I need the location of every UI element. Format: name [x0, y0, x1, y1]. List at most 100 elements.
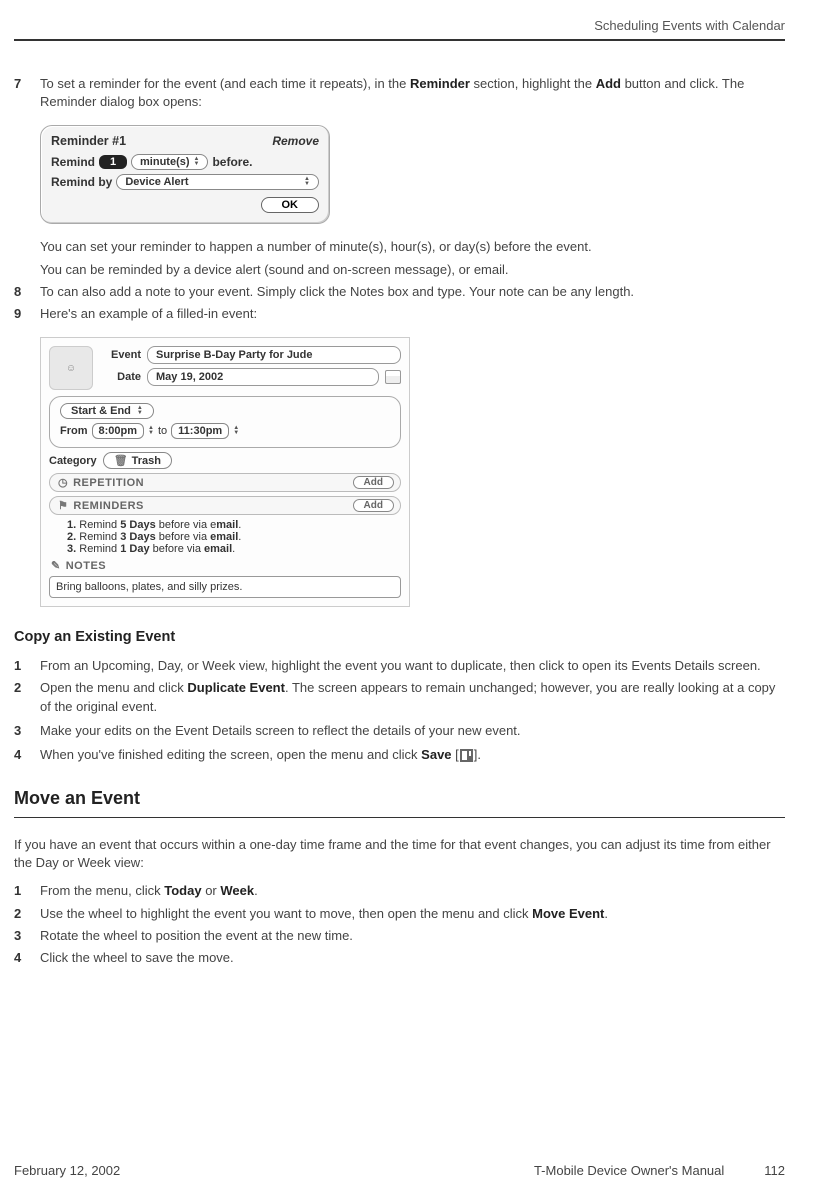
- move-step-3: 3 Rotate the wheel to position the event…: [14, 927, 785, 945]
- remove-button[interactable]: Remove: [272, 134, 319, 148]
- copy-step-3: 3 Make your edits on the Event Details s…: [14, 722, 785, 740]
- category-label: Category: [49, 455, 97, 467]
- remind-by-select[interactable]: Device Alert ▲▼: [116, 174, 319, 190]
- section-rule: [14, 817, 785, 818]
- text: To set a reminder for the event (and eac…: [40, 76, 410, 91]
- bold: Add: [596, 76, 621, 91]
- spinner-icon: ▲▼: [148, 426, 154, 436]
- date-label: Date: [101, 371, 141, 383]
- remind-by-label: Remind by: [51, 175, 112, 189]
- step-text: Here's an example of a filled-in event:: [40, 305, 785, 323]
- footer-doc-title: T-Mobile Device Owner's Manual: [369, 1163, 724, 1178]
- step-number: 2: [14, 905, 40, 923]
- step-text: Click the wheel to save the move.: [40, 949, 785, 967]
- notes-section-bar: ✎ NOTES: [49, 559, 401, 572]
- reminder-dialog: Reminder #1 Remove Remind 1 minute(s) ▲▼…: [40, 125, 330, 224]
- reminder-item: 2. Remind 3 Days before via email.: [67, 531, 401, 543]
- step-text: From an Upcoming, Day, or Week view, hig…: [40, 657, 785, 675]
- repetition-add-button[interactable]: Add: [353, 476, 394, 489]
- remind-by-value: Device Alert: [125, 176, 188, 188]
- event-details-dialog: ☺ Event Surprise B-Day Party for Jude Da…: [40, 337, 410, 607]
- step-number: 1: [14, 657, 40, 675]
- move-step-2: 2 Use the wheel to highlight the event y…: [14, 905, 785, 923]
- startend-label: Start & End: [71, 405, 131, 417]
- step-7-note-a: You can set your reminder to happen a nu…: [40, 238, 785, 256]
- copy-heading: Copy an Existing Event: [14, 629, 785, 645]
- step-number: 3: [14, 722, 40, 740]
- step-number: 3: [14, 927, 40, 945]
- from-time-field[interactable]: 8:00pm: [92, 423, 145, 439]
- step-text: Use the wheel to highlight the event you…: [40, 905, 785, 923]
- pencil-icon: ✎: [51, 559, 61, 572]
- step-text: When you've finished editing the screen,…: [40, 746, 785, 764]
- reminders-list: 1. Remind 5 Days before via email. 2. Re…: [49, 519, 401, 555]
- calendar-icon[interactable]: [385, 370, 401, 384]
- step-number: 7: [14, 75, 40, 111]
- step-7-note-b: You can be reminded by a device alert (s…: [40, 261, 785, 279]
- step-number: 9: [14, 305, 40, 323]
- reminders-label: REMINDERS: [73, 500, 144, 512]
- category-value: Trash: [132, 455, 161, 467]
- page-footer: February 12, 2002 T-Mobile Device Owner'…: [14, 1163, 785, 1178]
- footer-date: February 12, 2002: [14, 1163, 369, 1178]
- reminders-add-button[interactable]: Add: [353, 499, 394, 512]
- to-time-field[interactable]: 11:30pm: [171, 423, 229, 439]
- reminder-item: 1. Remind 5 Days before via email.: [67, 519, 401, 531]
- repetition-section: ◷ REPETITION Add: [49, 473, 401, 492]
- step-number: 4: [14, 746, 40, 764]
- clock-icon: ◷: [58, 476, 68, 489]
- spinner-icon: ▲▼: [304, 177, 310, 187]
- event-label: Event: [101, 349, 141, 361]
- step-number: 4: [14, 949, 40, 967]
- reminders-section-bar: ⚑ REMINDERS Add: [49, 496, 401, 515]
- spinner-icon: ▲▼: [194, 157, 200, 167]
- bold: Reminder: [410, 76, 470, 91]
- notes-field[interactable]: Bring balloons, plates, and silly prizes…: [49, 576, 401, 598]
- header-rule: [14, 39, 785, 41]
- footer-page-number: 112: [764, 1163, 785, 1178]
- from-label: From: [60, 425, 88, 437]
- text: section, highlight the: [470, 76, 596, 91]
- spinner-icon: ▲▼: [233, 426, 239, 436]
- startend-select[interactable]: Start & End ▲▼: [60, 403, 154, 419]
- move-heading: Move an Event: [14, 788, 785, 809]
- trash-icon: 🗑: [114, 454, 128, 467]
- copy-step-4: 4 When you've finished editing the scree…: [14, 746, 785, 764]
- date-field[interactable]: May 19, 2002: [147, 368, 379, 386]
- step-8: 8 To can also add a note to your event. …: [14, 283, 785, 301]
- avatar-icon: ☺: [49, 346, 93, 390]
- step-text: Make your edits on the Event Details scr…: [40, 722, 785, 740]
- remind-unit-select[interactable]: minute(s) ▲▼: [131, 154, 208, 170]
- ok-button[interactable]: OK: [261, 197, 320, 213]
- chapter-title: Scheduling Events with Calendar: [14, 18, 785, 33]
- remind-value-field[interactable]: 1: [99, 155, 127, 169]
- repetition-label: REPETITION: [73, 477, 144, 489]
- before-label: before.: [212, 155, 252, 169]
- move-step-1: 1 From the menu, click Today or Week.: [14, 882, 785, 900]
- flag-icon: ⚑: [58, 499, 68, 512]
- step-number: 1: [14, 882, 40, 900]
- step-7: 7 To set a reminder for the event (and e…: [14, 75, 785, 111]
- event-title-field[interactable]: Surprise B-Day Party for Jude: [147, 346, 401, 364]
- time-section: Start & End ▲▼ From 8:00pm ▲▼ to 11:30pm…: [49, 396, 401, 448]
- to-label: to: [158, 425, 167, 437]
- reminder-title: Reminder #1: [51, 134, 126, 148]
- step-text: To can also add a note to your event. Si…: [40, 283, 785, 301]
- step-text: From the menu, click Today or Week.: [40, 882, 785, 900]
- step-text: Rotate the wheel to position the event a…: [40, 927, 785, 945]
- step-number: 8: [14, 283, 40, 301]
- copy-step-2: 2 Open the menu and click Duplicate Even…: [14, 679, 785, 715]
- unit-text: minute(s): [140, 156, 190, 168]
- move-intro: If you have an event that occurs within …: [14, 836, 785, 872]
- notes-label: NOTES: [66, 560, 106, 572]
- reminder-item: 3. Remind 1 Day before via email.: [67, 543, 401, 555]
- spinner-icon: ▲▼: [137, 406, 143, 416]
- remind-label: Remind: [51, 155, 95, 169]
- save-icon: [460, 749, 473, 762]
- step-9: 9 Here's an example of a filled-in event…: [14, 305, 785, 323]
- copy-step-1: 1 From an Upcoming, Day, or Week view, h…: [14, 657, 785, 675]
- category-select[interactable]: 🗑 Trash: [103, 452, 172, 469]
- move-step-4: 4 Click the wheel to save the move.: [14, 949, 785, 967]
- step-text: Open the menu and click Duplicate Event.…: [40, 679, 785, 715]
- step-number: 2: [14, 679, 40, 715]
